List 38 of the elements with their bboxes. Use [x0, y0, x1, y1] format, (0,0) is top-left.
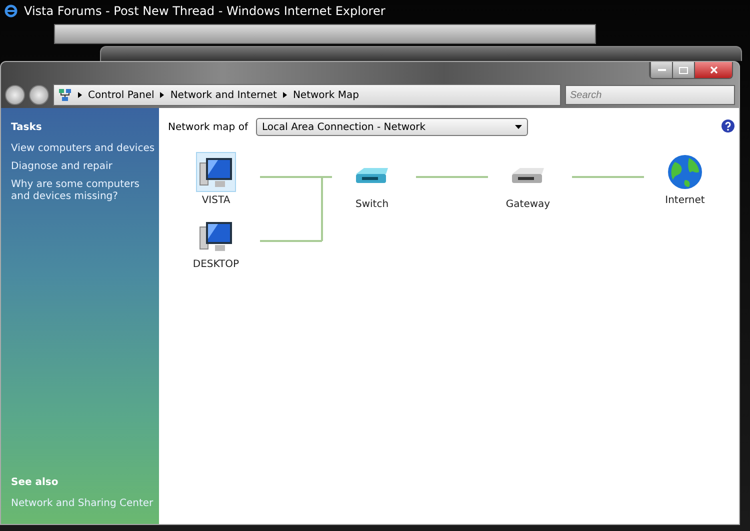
maximize-icon [679, 66, 688, 74]
task-link[interactable]: View computers and devices [11, 143, 159, 155]
device-tile[interactable] [665, 152, 705, 192]
address-bar[interactable]: Control Panel Network and Internet Network Map [53, 84, 561, 106]
router-icon [510, 166, 546, 186]
computer-icon [199, 155, 233, 189]
computer-icon [199, 219, 233, 253]
maximize-button[interactable] [672, 62, 694, 78]
device-name: Switch [355, 199, 389, 210]
task-link[interactable]: Why are some computers and devices missing? [11, 179, 159, 203]
sidebar-heading: Tasks [11, 122, 43, 133]
browser-logo-icon [4, 4, 18, 18]
breadcrumb[interactable]: Network and Internet [170, 90, 277, 100]
minimize-icon [658, 68, 666, 72]
network-dropdown[interactable]: Local Area Connection - Network [256, 118, 528, 136]
window-title: Vista Forums - Post New Thread - Windows Internet Explorer [24, 4, 386, 18]
close-button[interactable] [694, 62, 732, 78]
close-icon [710, 66, 718, 74]
breadcrumb[interactable]: Network Map [292, 90, 359, 100]
task-link[interactable]: Diagnose and repair [11, 161, 159, 173]
search-field[interactable]: Search [565, 85, 735, 105]
device-name: VISTA [202, 195, 230, 206]
globe-icon [667, 154, 703, 190]
device-name: DESKTOP [192, 259, 240, 270]
network-map-label: Network map of [168, 122, 248, 132]
device-tile[interactable] [196, 152, 236, 192]
forward-button[interactable] [29, 85, 49, 105]
device-name: Gateway [506, 199, 550, 210]
network-icon [58, 88, 72, 102]
minimize-button[interactable] [650, 62, 672, 78]
help-icon[interactable] [721, 119, 735, 133]
switch-icon [354, 166, 390, 186]
device-name: Internet [665, 195, 705, 206]
sidebar-heading: See also [11, 477, 60, 488]
address-bar[interactable] [54, 24, 596, 44]
back-button[interactable] [5, 85, 25, 105]
breadcrumb[interactable]: Control Panel [88, 90, 154, 100]
caret-icon [514, 125, 522, 129]
